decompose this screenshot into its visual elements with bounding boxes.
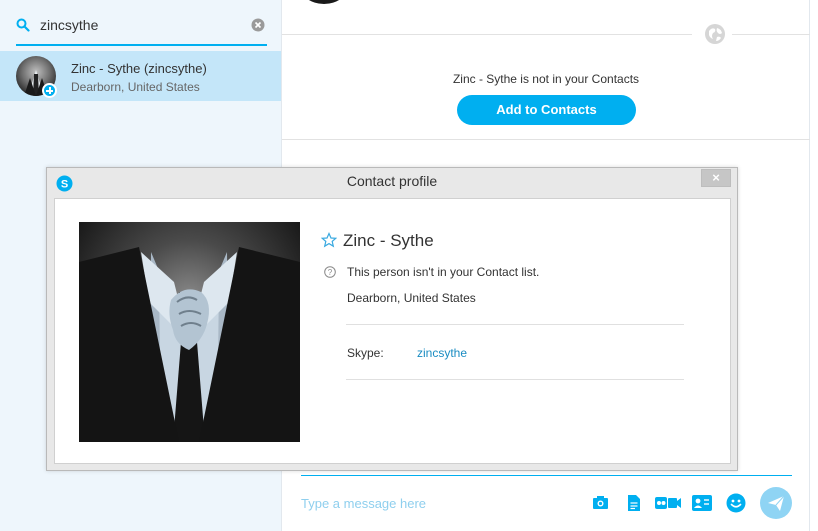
message-input[interactable]: Type a message here [301, 496, 426, 511]
close-button[interactable]: × [701, 169, 731, 187]
compose-divider [301, 475, 792, 476]
send-photo-icon[interactable] [592, 494, 609, 511]
not-in-contacts-text: Zinc - Sythe is not in your Contacts [452, 72, 640, 86]
contact-name: Zinc - Sythe [343, 231, 434, 250]
emoticon-icon[interactable] [726, 493, 746, 513]
divider [732, 34, 810, 35]
globe-icon [705, 24, 725, 44]
contact-status-note: This person isn't in your Contact list. [347, 265, 540, 279]
divider [282, 34, 692, 35]
star-favorite-icon[interactable] [321, 232, 337, 248]
profile-avatar [300, 0, 348, 4]
skype-id-link[interactable]: zincsythe [417, 346, 467, 360]
contact-location: Dearborn, United States [347, 291, 476, 305]
svg-text:?: ? [328, 268, 333, 277]
profile-picture [79, 222, 300, 442]
skype-label: Skype: [347, 346, 384, 360]
send-icon [768, 495, 785, 511]
video-message-icon[interactable] [655, 496, 681, 510]
divider [282, 139, 810, 140]
search-input[interactable]: zincsythe [40, 17, 98, 33]
search-box[interactable]: zincsythe [16, 8, 267, 46]
dialog-title: Contact profile [346, 173, 438, 189]
send-file-icon[interactable] [627, 494, 641, 512]
result-location: Dearborn, United States [71, 80, 200, 94]
send-button[interactable] [760, 487, 792, 519]
add-to-contacts-button[interactable]: Add to Contacts [457, 95, 636, 125]
clear-search-icon[interactable] [251, 18, 265, 32]
question-icon: ? [324, 266, 336, 278]
search-result-item[interactable]: Zinc - Sythe (zincsythe) Dearborn, Unite… [0, 51, 281, 101]
search-icon [16, 18, 30, 32]
contact-profile-dialog: S Contact profile × Zinc - Sythe ? This … [46, 167, 738, 471]
dialog-body: Zinc - Sythe ? This person isn't in your… [54, 198, 731, 464]
result-name: Zinc - Sythe (zincsythe) [71, 61, 207, 76]
send-contacts-icon[interactable] [692, 495, 712, 511]
divider [346, 324, 684, 325]
add-contact-badge-icon [42, 83, 57, 98]
close-icon: × [712, 170, 720, 185]
divider [346, 379, 684, 380]
